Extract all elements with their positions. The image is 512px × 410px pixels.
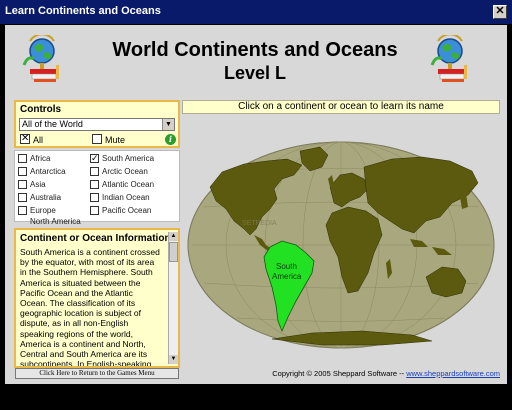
- world-map[interactable]: South America SETPEDIA: [182, 117, 500, 367]
- checkbox-africa[interactable]: [18, 154, 27, 163]
- checklist-label-pacific-ocean: Pacific Ocean: [102, 206, 152, 215]
- checkbox-australia[interactable]: [18, 193, 27, 202]
- chevron-down-icon[interactable]: ▼: [162, 119, 174, 130]
- controls-heading: Controls: [20, 104, 62, 115]
- region-select-value: All of the World: [22, 119, 83, 129]
- bottom-strip: [0, 385, 512, 410]
- continent-checklist: Africa ✓ South America Antarctica Arctic…: [14, 150, 180, 226]
- controls-panel: Controls All of the World ▼ ✕ All Mute i: [14, 100, 180, 148]
- checkbox-south-america[interactable]: ✓: [90, 154, 99, 163]
- checklist-label-north-america: North America: [30, 217, 81, 226]
- mute-label: Mute: [105, 135, 126, 145]
- checkbox-arctic-ocean[interactable]: [90, 167, 99, 176]
- copyright-label: Copyright © 2005 Sheppard Software --: [272, 369, 407, 378]
- copyright-text: Copyright © 2005 Sheppard Software -- ww…: [225, 369, 500, 378]
- globe-books-logo-left: [22, 35, 59, 82]
- checklist-label-asia: Asia: [30, 180, 46, 189]
- checkbox-indian-ocean[interactable]: [90, 193, 99, 202]
- close-button[interactable]: ✕: [493, 5, 507, 19]
- window-title: Learn Continents and Oceans: [5, 5, 161, 17]
- checkbox-atlantic-ocean[interactable]: [90, 180, 99, 189]
- checkbox-europe[interactable]: [18, 206, 27, 215]
- checkbox-pacific-ocean[interactable]: [90, 206, 99, 215]
- checklist-label-antarctica: Antarctica: [30, 167, 66, 176]
- return-to-games-button[interactable]: Click Here to Return to the Games Menu: [15, 368, 179, 379]
- map-label-south: South: [276, 262, 297, 271]
- checkbox-asia[interactable]: [18, 180, 27, 189]
- info-icon[interactable]: i: [165, 134, 176, 145]
- instruction-prompt: Click on a continent or ocean to learn i…: [182, 100, 500, 114]
- checklist-label-atlantic-ocean: Atlantic Ocean: [102, 180, 155, 189]
- checklist-label-indian-ocean: Indian Ocean: [102, 193, 150, 202]
- checklist-label-europe: Europe: [30, 206, 56, 215]
- checklist-label-africa: Africa: [30, 154, 51, 163]
- website-link[interactable]: www.sheppardsoftware.com: [406, 369, 500, 378]
- scroll-thumb[interactable]: [169, 242, 178, 262]
- region-select[interactable]: All of the World ▼: [19, 118, 175, 131]
- checklist-label-australia: Australia: [30, 193, 62, 202]
- page-title: World Continents and Oceans: [112, 39, 398, 61]
- info-panel: Continent or Ocean Information South Ame…: [14, 228, 180, 368]
- checklist-label-arctic-ocean: Arctic Ocean: [102, 167, 148, 176]
- checkbox-antarctica[interactable]: [18, 167, 27, 176]
- map-watermark: SETPEDIA: [242, 220, 277, 227]
- info-heading: Continent or Ocean Information: [20, 233, 171, 244]
- scroll-up-icon[interactable]: ▲: [169, 232, 178, 241]
- map-label-america: America: [272, 272, 302, 281]
- checklist-label-south-america: South America: [102, 154, 155, 163]
- level-title: Level L: [223, 63, 287, 83]
- info-text: South America is a continent crossed by …: [20, 247, 160, 366]
- all-checkbox[interactable]: ✕: [20, 134, 30, 144]
- game-area: World Continents and Oceans Level L Clic…: [5, 25, 507, 384]
- all-label: All: [33, 135, 44, 145]
- window-title-bar: Learn Continents and Oceans ✕: [0, 0, 512, 24]
- globe-books-logo-right: [430, 35, 467, 82]
- mute-checkbox[interactable]: [92, 134, 102, 144]
- info-scrollbar[interactable]: ▲ ▼: [168, 232, 178, 364]
- scroll-down-icon[interactable]: ▼: [169, 355, 178, 364]
